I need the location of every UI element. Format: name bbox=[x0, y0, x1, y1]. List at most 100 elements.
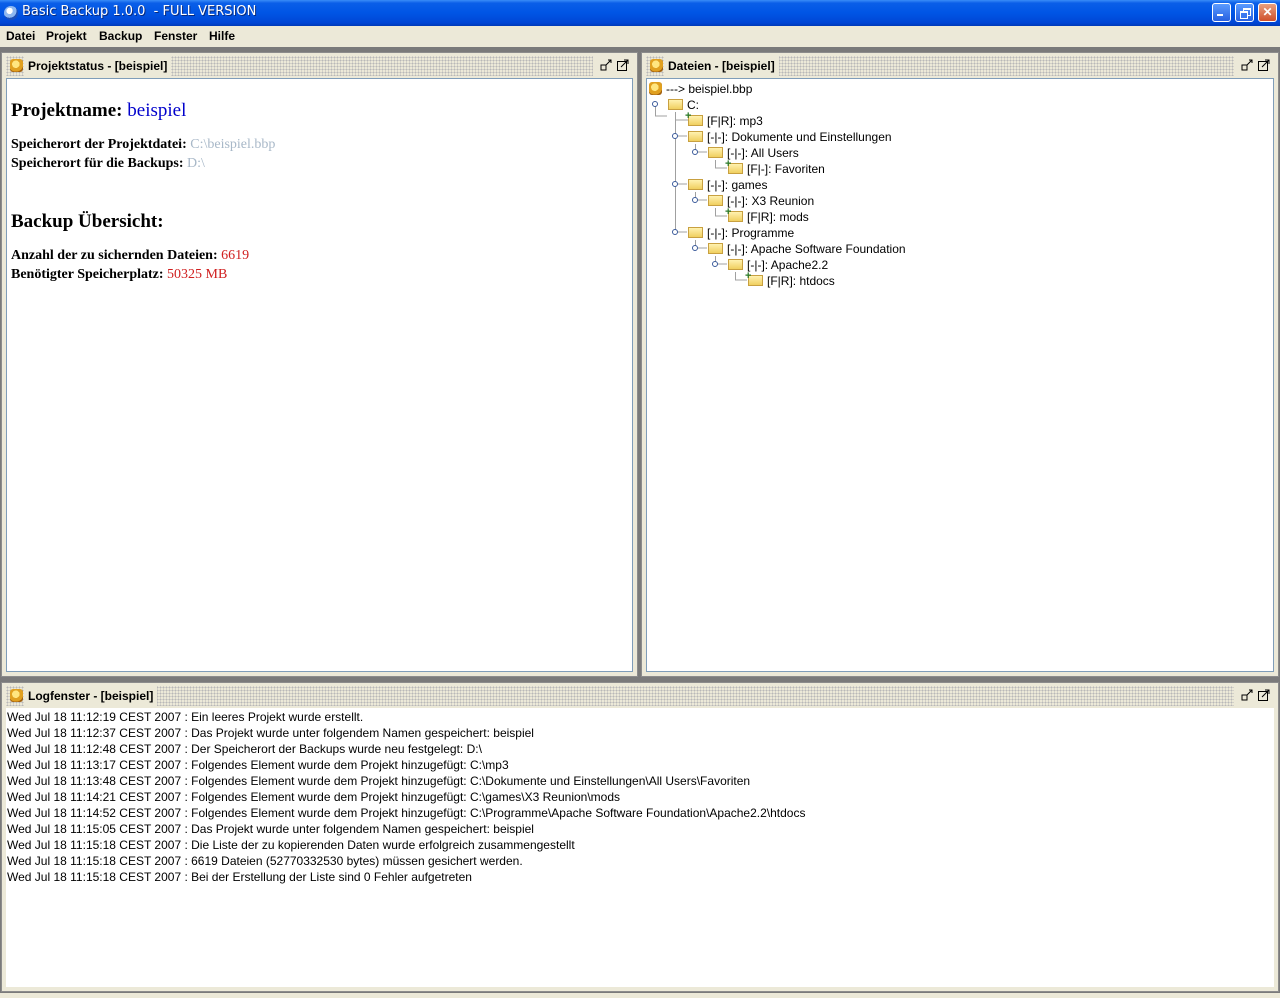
tree-item-dokumente[interactable]: [-|-]: Dokumente und Einstellungen bbox=[688, 129, 892, 145]
tree-item-label: [-|-]: Dokumente und Einstellungen bbox=[707, 130, 892, 144]
project-icon bbox=[10, 689, 23, 702]
folder-added-icon bbox=[745, 268, 763, 286]
file-count-label: Anzahl der zu sichernden Dateien: bbox=[11, 248, 218, 263]
minimize-panel-icon[interactable] bbox=[600, 59, 612, 71]
file-tree: ---> beispiel.bbp C: [F|R]: mp3 [-|-]: D… bbox=[646, 78, 1274, 672]
project-file-location-label: Speicherort der Projektdatei: bbox=[11, 137, 187, 152]
minimize-button[interactable] bbox=[1212, 3, 1231, 22]
tree-item-mp3[interactable]: [F|R]: mp3 bbox=[685, 108, 763, 129]
log-line: Wed Jul 18 11:15:18 CEST 2007 : Die List… bbox=[7, 838, 575, 852]
expander-icon[interactable] bbox=[652, 101, 658, 107]
folder-added-icon bbox=[725, 204, 743, 222]
tree-item-htdocs[interactable]: [F|R]: htdocs bbox=[745, 268, 835, 289]
tree-item-mods[interactable]: [F|R]: mods bbox=[725, 204, 809, 225]
folder-added-icon bbox=[685, 108, 703, 126]
project-name-value: beispiel bbox=[127, 100, 187, 121]
close-icon: ✕ bbox=[1262, 5, 1273, 19]
app-icon[interactable] bbox=[4, 6, 18, 20]
required-space-value: 50325 MB bbox=[167, 267, 228, 282]
maximize-panel-icon[interactable] bbox=[1258, 689, 1270, 701]
tree-item-programme[interactable]: [-|-]: Programme bbox=[688, 225, 794, 241]
panel-header[interactable]: Dateien - [beispiel] bbox=[646, 56, 1274, 76]
tree-item-apache22[interactable]: [-|-]: Apache2.2 bbox=[728, 257, 828, 273]
required-space-label: Benötigter Speicherplatz: bbox=[11, 267, 164, 282]
files-panel: Dateien - [beispiel] ---> beispiel.bbp C… bbox=[641, 52, 1279, 677]
tree-item-label: [F|R]: mp3 bbox=[707, 114, 763, 128]
maximize-panel-icon[interactable] bbox=[617, 59, 629, 71]
log-line: Wed Jul 18 11:14:21 CEST 2007 : Folgende… bbox=[7, 790, 621, 804]
restore-button[interactable] bbox=[1235, 3, 1254, 22]
expander-icon[interactable] bbox=[692, 245, 698, 251]
backup-location-label: Speicherort für die Backups: bbox=[11, 156, 184, 171]
log-content[interactable]: Wed Jul 18 11:12:19 CEST 2007 : Ein leer… bbox=[6, 708, 1274, 987]
close-button[interactable]: ✕ bbox=[1258, 3, 1277, 22]
project-status-content: Projektname: beispiel Speicherort der Pr… bbox=[6, 78, 633, 672]
tree-item-label: [-|-]: Apache Software Foundation bbox=[727, 242, 906, 256]
log-line: Wed Jul 18 11:12:48 CEST 2007 : Der Spei… bbox=[7, 742, 482, 756]
panel-header[interactable]: Projektstatus - [beispiel] bbox=[6, 56, 633, 76]
tree-item-label: [-|-]: X3 Reunion bbox=[727, 194, 815, 208]
window-title: Basic Backup 1.0.0 - FULL VERSION bbox=[22, 4, 257, 19]
folder-icon bbox=[708, 147, 723, 158]
project-status-panel: Projektstatus - [beispiel] Projektname: … bbox=[1, 52, 638, 677]
log-line: Wed Jul 18 11:13:48 CEST 2007 : Folgende… bbox=[7, 774, 751, 788]
log-line: Wed Jul 18 11:15:05 CEST 2007 : Das Proj… bbox=[7, 822, 534, 836]
expander-icon[interactable] bbox=[672, 229, 678, 235]
minimize-panel-icon[interactable] bbox=[1241, 59, 1253, 71]
tree-item-label: [-|-]: Programme bbox=[707, 226, 795, 240]
menu-projekt[interactable]: Projekt bbox=[46, 29, 87, 43]
tree-item-all-users[interactable]: [-|-]: All Users bbox=[708, 145, 799, 161]
log-line: Wed Jul 18 11:15:18 CEST 2007 : Bei der … bbox=[7, 870, 472, 884]
project-name-row: Projektname: beispiel bbox=[11, 100, 186, 122]
tree-item-apache-foundation[interactable]: [-|-]: Apache Software Foundation bbox=[708, 241, 906, 257]
tree-item-drive-c[interactable]: C: bbox=[668, 97, 699, 113]
log-line: Wed Jul 18 11:14:52 CEST 2007 : Folgende… bbox=[7, 806, 806, 820]
project-icon bbox=[10, 59, 23, 72]
backup-location-value: D:\ bbox=[187, 156, 205, 171]
expander-icon[interactable] bbox=[672, 133, 678, 139]
project-file-location-row: Speicherort der Projektdatei: C:\beispie… bbox=[11, 137, 275, 153]
panel-title: Dateien - [beispiel] bbox=[664, 56, 779, 76]
expander-icon[interactable] bbox=[692, 197, 698, 203]
tree-item-label: [-|-]: Apache2.2 bbox=[747, 258, 829, 272]
tree-item-label: [F|-]: Favoriten bbox=[747, 162, 825, 176]
folder-icon bbox=[708, 195, 723, 206]
status-bar bbox=[0, 993, 1280, 998]
minimize-icon bbox=[1217, 14, 1223, 16]
menu-fenster[interactable]: Fenster bbox=[154, 29, 197, 43]
folder-icon bbox=[708, 243, 723, 254]
tree-item-label: [-|-]: games bbox=[707, 178, 768, 192]
menu-backup[interactable]: Backup bbox=[99, 29, 142, 43]
minimize-panel-icon[interactable] bbox=[1241, 689, 1253, 701]
panel-title: Projektstatus - [beispiel] bbox=[24, 56, 172, 76]
folder-icon bbox=[688, 179, 703, 190]
folder-icon bbox=[688, 227, 703, 238]
file-count-row: Anzahl der zu sichernden Dateien: 6619 bbox=[11, 248, 249, 264]
log-line: Wed Jul 18 11:12:37 CEST 2007 : Das Proj… bbox=[7, 726, 534, 740]
tree-item-label: [F|R]: htdocs bbox=[767, 274, 835, 288]
maximize-panel-icon[interactable] bbox=[1258, 59, 1270, 71]
required-space-row: Benötigter Speicherplatz: 50325 MB bbox=[11, 267, 227, 283]
menu-bar: Datei Projekt Backup Fenster Hilfe bbox=[0, 26, 1280, 47]
folder-icon bbox=[728, 259, 743, 270]
project-name-label: Projektname: bbox=[11, 100, 123, 121]
panel-title: Logfenster - [beispiel] bbox=[24, 686, 158, 706]
tree-item-x3-reunion[interactable]: [-|-]: X3 Reunion bbox=[708, 193, 814, 209]
tree-item-label: ---> beispiel.bbp bbox=[666, 82, 753, 96]
project-icon bbox=[649, 82, 662, 95]
log-line: Wed Jul 18 11:13:17 CEST 2007 : Folgende… bbox=[7, 758, 509, 772]
expander-icon[interactable] bbox=[692, 149, 698, 155]
file-count-value: 6619 bbox=[221, 248, 250, 263]
project-file-location-value: C:\beispiel.bbp bbox=[190, 137, 276, 152]
panel-header[interactable]: Logfenster - [beispiel] bbox=[6, 686, 1274, 706]
menu-hilfe[interactable]: Hilfe bbox=[209, 29, 235, 43]
menu-datei[interactable]: Datei bbox=[6, 29, 35, 43]
expander-icon[interactable] bbox=[672, 181, 678, 187]
expander-icon[interactable] bbox=[712, 261, 718, 267]
tree-item-project[interactable]: ---> beispiel.bbp bbox=[649, 81, 752, 97]
window-titlebar[interactable]: Basic Backup 1.0.0 - FULL VERSION ✕ bbox=[0, 0, 1280, 26]
tree-item-label: [-|-]: All Users bbox=[727, 146, 799, 160]
tree-item-games[interactable]: [-|-]: games bbox=[688, 177, 767, 193]
log-line: Wed Jul 18 11:15:18 CEST 2007 : 6619 Dat… bbox=[7, 854, 523, 868]
tree-item-favoriten[interactable]: [F|-]: Favoriten bbox=[725, 156, 825, 177]
